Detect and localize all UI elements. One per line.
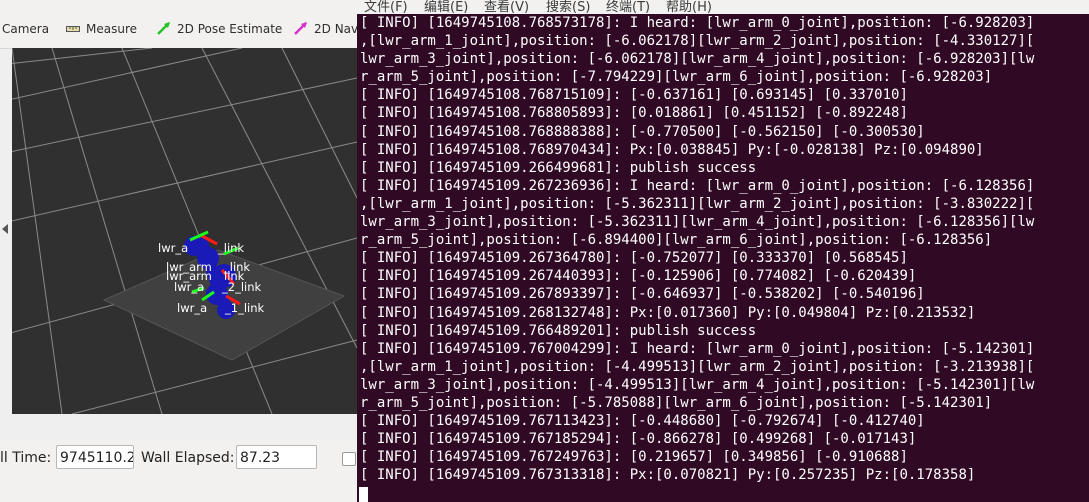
menu-terminal[interactable]: 终端(T) [606, 0, 650, 14]
wall-elapsed-field[interactable]: 87.23 [236, 445, 317, 469]
terminal-line: [ INFO] [1649745109.267440393]: [-0.1259… [360, 268, 917, 285]
rviz-toolbar: Camera Measure 2D Pose Estimate 2D Nav [0, 0, 357, 49]
wall-elapsed-label: Wall Elapsed: [141, 450, 235, 466]
terminal-line: [ INFO] [1649745109.766489201]: publish … [360, 322, 757, 339]
grid-scene: lwr_a _link lwr_arm _link lwr_arm link l… [12, 48, 357, 414]
terminal-line: [ INFO] [1649745109.767113423]: [-0.4486… [360, 413, 925, 430]
terminal-line: lwr_arm_3_joint],position: [-4.499513][l… [360, 376, 1035, 393]
ruler-icon [66, 22, 80, 36]
measure-tool-button[interactable]: Measure [66, 20, 137, 38]
terminal-line: [ INFO] [1649745108.768970434]: Px:[0.03… [360, 141, 984, 158]
terminal-line: [ INFO] [1649745109.767004299]: I heard:… [360, 340, 1035, 357]
camera-tool-button[interactable]: Camera [2, 20, 49, 38]
terminal-line: [ INFO] [1649745108.768888388]: [-0.7705… [360, 123, 925, 140]
measure-tool-label: Measure [86, 22, 137, 36]
terminal-line: ,[lwr_arm_1_joint],position: [-4.499513]… [360, 358, 1035, 375]
link-label: _link [217, 241, 244, 255]
status-strip [0, 476, 357, 502]
terminal-line: lwr_arm_3_joint],position: [-6.062178][l… [360, 51, 1035, 68]
3d-viewport[interactable]: lwr_a _link lwr_arm _link lwr_arm link l… [12, 48, 357, 414]
link-label: _2_link [221, 280, 261, 294]
camera-tool-label: Camera [2, 22, 50, 36]
terminal-line: r_arm_5_joint],position: [-5.785088][lwr… [360, 394, 993, 411]
terminal-cursor [359, 487, 368, 502]
grid-lines [12, 48, 357, 414]
terminal-window[interactable]: 文件(F) 编辑(E) 查看(V) 搜索(S) 终端(T) 帮助(H) [ IN… [357, 0, 1089, 502]
menu-file[interactable]: 文件(F) [364, 0, 408, 14]
menu-search[interactable]: 搜索(S) [546, 0, 590, 14]
2d-pose-estimate-label: 2D Pose Estimate [177, 22, 283, 36]
terminal-line: [ INFO] [1649745109.767185294]: [-0.8662… [360, 431, 917, 448]
terminal-line: r_arm_5_joint],position: [-7.794229][lwr… [360, 69, 993, 86]
terminal-line: ,[lwr_arm_1_joint],position: [-6.062178]… [360, 33, 1035, 50]
terminal-line: [ INFO] [1649745109.767313318]: Px:[0.07… [360, 467, 976, 484]
menu-edit[interactable]: 编辑(E) [424, 0, 468, 14]
rviz-window: Camera Measure 2D Pose Estimate 2D Nav l… [0, 0, 357, 502]
link-label: lwr_a [158, 241, 188, 255]
menu-view[interactable]: 查看(V) [484, 0, 529, 14]
terminal-line: [ INFO] [1649745109.268132748]: Px:[0.01… [360, 304, 976, 321]
terminal-line: r_arm_5_joint],position: [-6.894400][lwr… [360, 232, 993, 249]
2d-pose-estimate-button[interactable]: 2D Pose Estimate [157, 20, 282, 38]
ros-time-field[interactable]: 9745110.22 [56, 445, 134, 469]
magenta-arrow-icon [294, 21, 308, 38]
green-arrow-icon [157, 21, 171, 38]
terminal-line: [ INFO] [1649745108.768573178]: I heard:… [360, 15, 1035, 31]
terminal-line: lwr_arm_3_joint],position: [-5.362311][l… [360, 214, 1035, 231]
2d-nav-goal-label: 2D Nav [314, 22, 357, 36]
menu-help[interactable]: 帮助(H) [666, 0, 712, 14]
terminal-line: [ INFO] [1649745109.266499681]: publish … [360, 159, 757, 176]
terminal-line: [ INFO] [1649745109.767249763]: [0.21965… [360, 449, 908, 466]
time-panel: ll Time: 9745110.22 Wall Elapsed: 87.23 [0, 440, 357, 476]
terminal-line: [ INFO] [1649745108.768715109]: [-0.6371… [360, 87, 908, 104]
link-label: lwr_a [177, 301, 207, 315]
terminal-output[interactable]: [ INFO] [1649745108.768573178]: I heard:… [360, 14, 1089, 484]
2d-nav-goal-button[interactable]: 2D Nav [294, 20, 357, 38]
experimental-checkbox[interactable] [342, 452, 356, 466]
terminal-line: [ INFO] [1649745109.267364780]: [-0.7520… [360, 250, 908, 267]
ros-time-label: ll Time: [0, 450, 52, 466]
link-label: lwr_a [174, 280, 204, 294]
terminal-line: ,[lwr_arm_1_joint],position: [-5.362311]… [360, 195, 1035, 212]
terminal-scrollbar[interactable] [1085, 14, 1089, 502]
terminal-line: [ INFO] [1649745109.267893397]: [-0.6469… [360, 286, 925, 303]
terminal-line: [ INFO] [1649745108.768805893]: [0.01886… [360, 105, 908, 122]
collapse-panel-arrow-icon[interactable] [2, 224, 8, 234]
terminal-menubar: 文件(F) 编辑(E) 查看(V) 搜索(S) 终端(T) 帮助(H) [357, 0, 1089, 14]
terminal-line: [ INFO] [1649745109.267236936]: I heard:… [360, 177, 1035, 194]
link-label: _1_link [224, 301, 264, 315]
